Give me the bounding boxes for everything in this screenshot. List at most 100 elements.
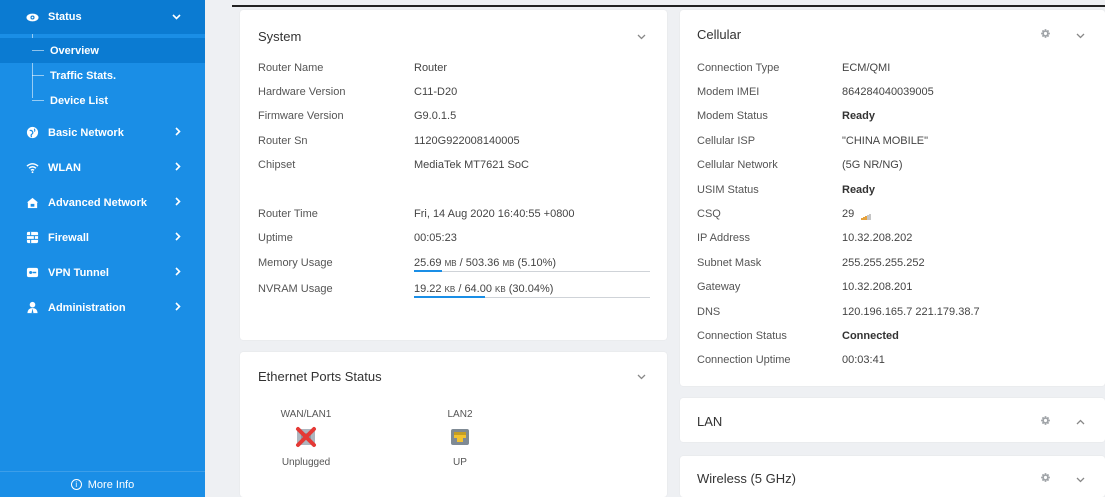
port-state: Unplugged: [281, 457, 331, 468]
gear-icon: [1041, 29, 1050, 38]
sidebar-item-label: Status: [48, 11, 82, 23]
system-row: Router Sn 1120G922008140005: [240, 135, 667, 151]
cellular-row: Subnet Mask 255.255.255.252: [680, 257, 1105, 273]
administration-icon: [26, 301, 39, 314]
settings-button[interactable]: [1040, 472, 1051, 486]
row-value: C11-D20: [414, 86, 458, 98]
system-card-title: System: [258, 29, 302, 44]
row-value: Ready: [842, 110, 876, 122]
chevron-right-icon: [175, 126, 181, 139]
sidebar-item-label: VPN Tunnel: [48, 266, 109, 279]
row-value: 29: [842, 208, 855, 220]
sidebar: Status Overview Traffic Stats. Device Li…: [0, 0, 205, 497]
sidebar-item-firewall[interactable]: Firewall: [0, 220, 205, 255]
system-row: Firmware Version G9.0.1.5: [240, 110, 667, 126]
row-key: Gateway: [697, 281, 741, 293]
port-lan2: LAN2 UP: [438, 409, 482, 468]
row-key: IP Address: [697, 232, 750, 244]
sidebar-item-label: Basic Network: [48, 126, 124, 139]
chevron-down-icon: [1076, 33, 1085, 39]
row-value: 864284040039005: [842, 86, 934, 98]
row-key: USIM Status: [697, 184, 759, 196]
top-divider: [232, 5, 1105, 7]
memory-usage-bar: [414, 270, 650, 272]
sidebar-item-wlan[interactable]: WLAN: [0, 150, 205, 185]
advanced-network-icon: [26, 196, 39, 209]
row-key: Hardware Version: [258, 86, 346, 98]
sidebar-item-advanced-network[interactable]: Advanced Network: [0, 185, 205, 220]
row-key: Firmware Version: [258, 110, 344, 122]
nvram-usage-row: NVRAM Usage 19.22 KB / 64.00 KB (30.04%): [240, 283, 667, 299]
sidebar-subitem-device-list[interactable]: Device List: [0, 88, 205, 113]
row-key: CSQ: [697, 208, 721, 220]
row-value: 00:05:23: [414, 232, 457, 244]
row-key: Modem IMEI: [697, 86, 760, 98]
row-value: Router: [414, 62, 448, 74]
collapse-toggle[interactable]: [637, 32, 646, 43]
cellular-row: DNS 120.196.165.7 221.179.38.7: [680, 306, 1105, 322]
collapse-toggle[interactable]: [637, 372, 646, 383]
row-value: 255.255.255.252: [842, 257, 925, 269]
status-subnav: Overview Traffic Stats. Device List: [0, 34, 205, 115]
sidebar-subitem-traffic-stats[interactable]: Traffic Stats.: [0, 63, 205, 88]
row-key: DNS: [697, 306, 721, 318]
sidebar-item-vpn-tunnel[interactable]: VPN Tunnel: [0, 255, 205, 290]
row-key: Cellular ISP: [697, 135, 756, 147]
sidebar-item-label: Advanced Network: [48, 196, 148, 209]
nvram-unit: KB: [495, 285, 506, 294]
memory-usage-row: Memory Usage 25.69 MB / 503.36 MB (5.10%…: [240, 257, 667, 273]
wireless-card: Wireless (5 GHz): [680, 456, 1105, 497]
memory-usage-fill: [414, 270, 442, 272]
globe-icon: [26, 126, 39, 139]
row-value: 1120G922008140005: [414, 135, 520, 147]
port-unplugged-icon: [295, 426, 317, 448]
ethernet-card: Ethernet Ports Status WAN/LAN1 Unplugged…: [240, 352, 667, 497]
chevron-down-icon: [1076, 477, 1085, 483]
row-key: Uptime: [258, 232, 293, 244]
sidebar-item-status[interactable]: Status: [0, 0, 205, 34]
row-key: Cellular Network: [697, 159, 778, 171]
csq-value-group: 29: [842, 208, 871, 220]
row-key: Memory Usage: [258, 257, 333, 269]
info-icon: i: [70, 479, 82, 490]
nvram-usage-value: 19.22 KB / 64.00 KB (30.04%): [414, 283, 554, 295]
gear-icon: [1041, 473, 1050, 482]
gear-icon: [1041, 416, 1050, 425]
sidebar-subitem-label: Device List: [50, 94, 109, 107]
wireless-card-title: Wireless (5 GHz): [697, 471, 796, 486]
chevron-right-icon: [175, 161, 181, 174]
expand-toggle[interactable]: [1076, 417, 1085, 428]
chevron-right-icon: [175, 196, 181, 209]
more-info-link[interactable]: i More Info: [0, 471, 205, 497]
settings-button[interactable]: [1040, 415, 1051, 429]
port-label: WAN/LAN1: [280, 409, 332, 420]
row-key: NVRAM Usage: [258, 283, 333, 295]
row-value: Fri, 14 Aug 2020 16:40:55 +0800: [414, 208, 575, 220]
port-wan-lan1: WAN/LAN1 Unplugged: [278, 409, 334, 468]
row-value: Ready: [842, 184, 876, 196]
row-value: 10.32.208.202: [842, 232, 913, 244]
memory-unit: MB: [502, 259, 515, 268]
collapse-toggle[interactable]: [1076, 475, 1085, 486]
signal-strength-icon: [861, 208, 871, 220]
chevron-down-icon: [637, 374, 646, 380]
row-key: Connection Status: [697, 330, 787, 342]
sidebar-item-administration[interactable]: Administration: [0, 290, 205, 325]
wifi-icon: [26, 161, 39, 174]
firewall-icon: [26, 231, 39, 244]
sidebar-subitem-overview[interactable]: Overview: [0, 38, 205, 63]
chevron-down-icon: [172, 11, 181, 23]
lan-card: LAN: [680, 398, 1105, 442]
collapse-toggle[interactable]: [1076, 31, 1085, 42]
chevron-right-icon: [175, 231, 181, 244]
sidebar-subitem-label: Overview: [50, 44, 99, 57]
system-row: Hardware Version C11-D20: [240, 86, 667, 102]
sidebar-item-basic-network[interactable]: Basic Network: [0, 115, 205, 150]
settings-button[interactable]: [1040, 28, 1051, 42]
vpn-icon: [26, 266, 39, 279]
row-key: Connection Type: [697, 62, 780, 74]
system-row: Chipset MediaTek MT7621 SoC: [240, 159, 667, 175]
row-value: ECM/QMI: [842, 62, 891, 74]
nvram-usage-bar: [414, 296, 650, 298]
port-connected-icon: [449, 426, 471, 448]
